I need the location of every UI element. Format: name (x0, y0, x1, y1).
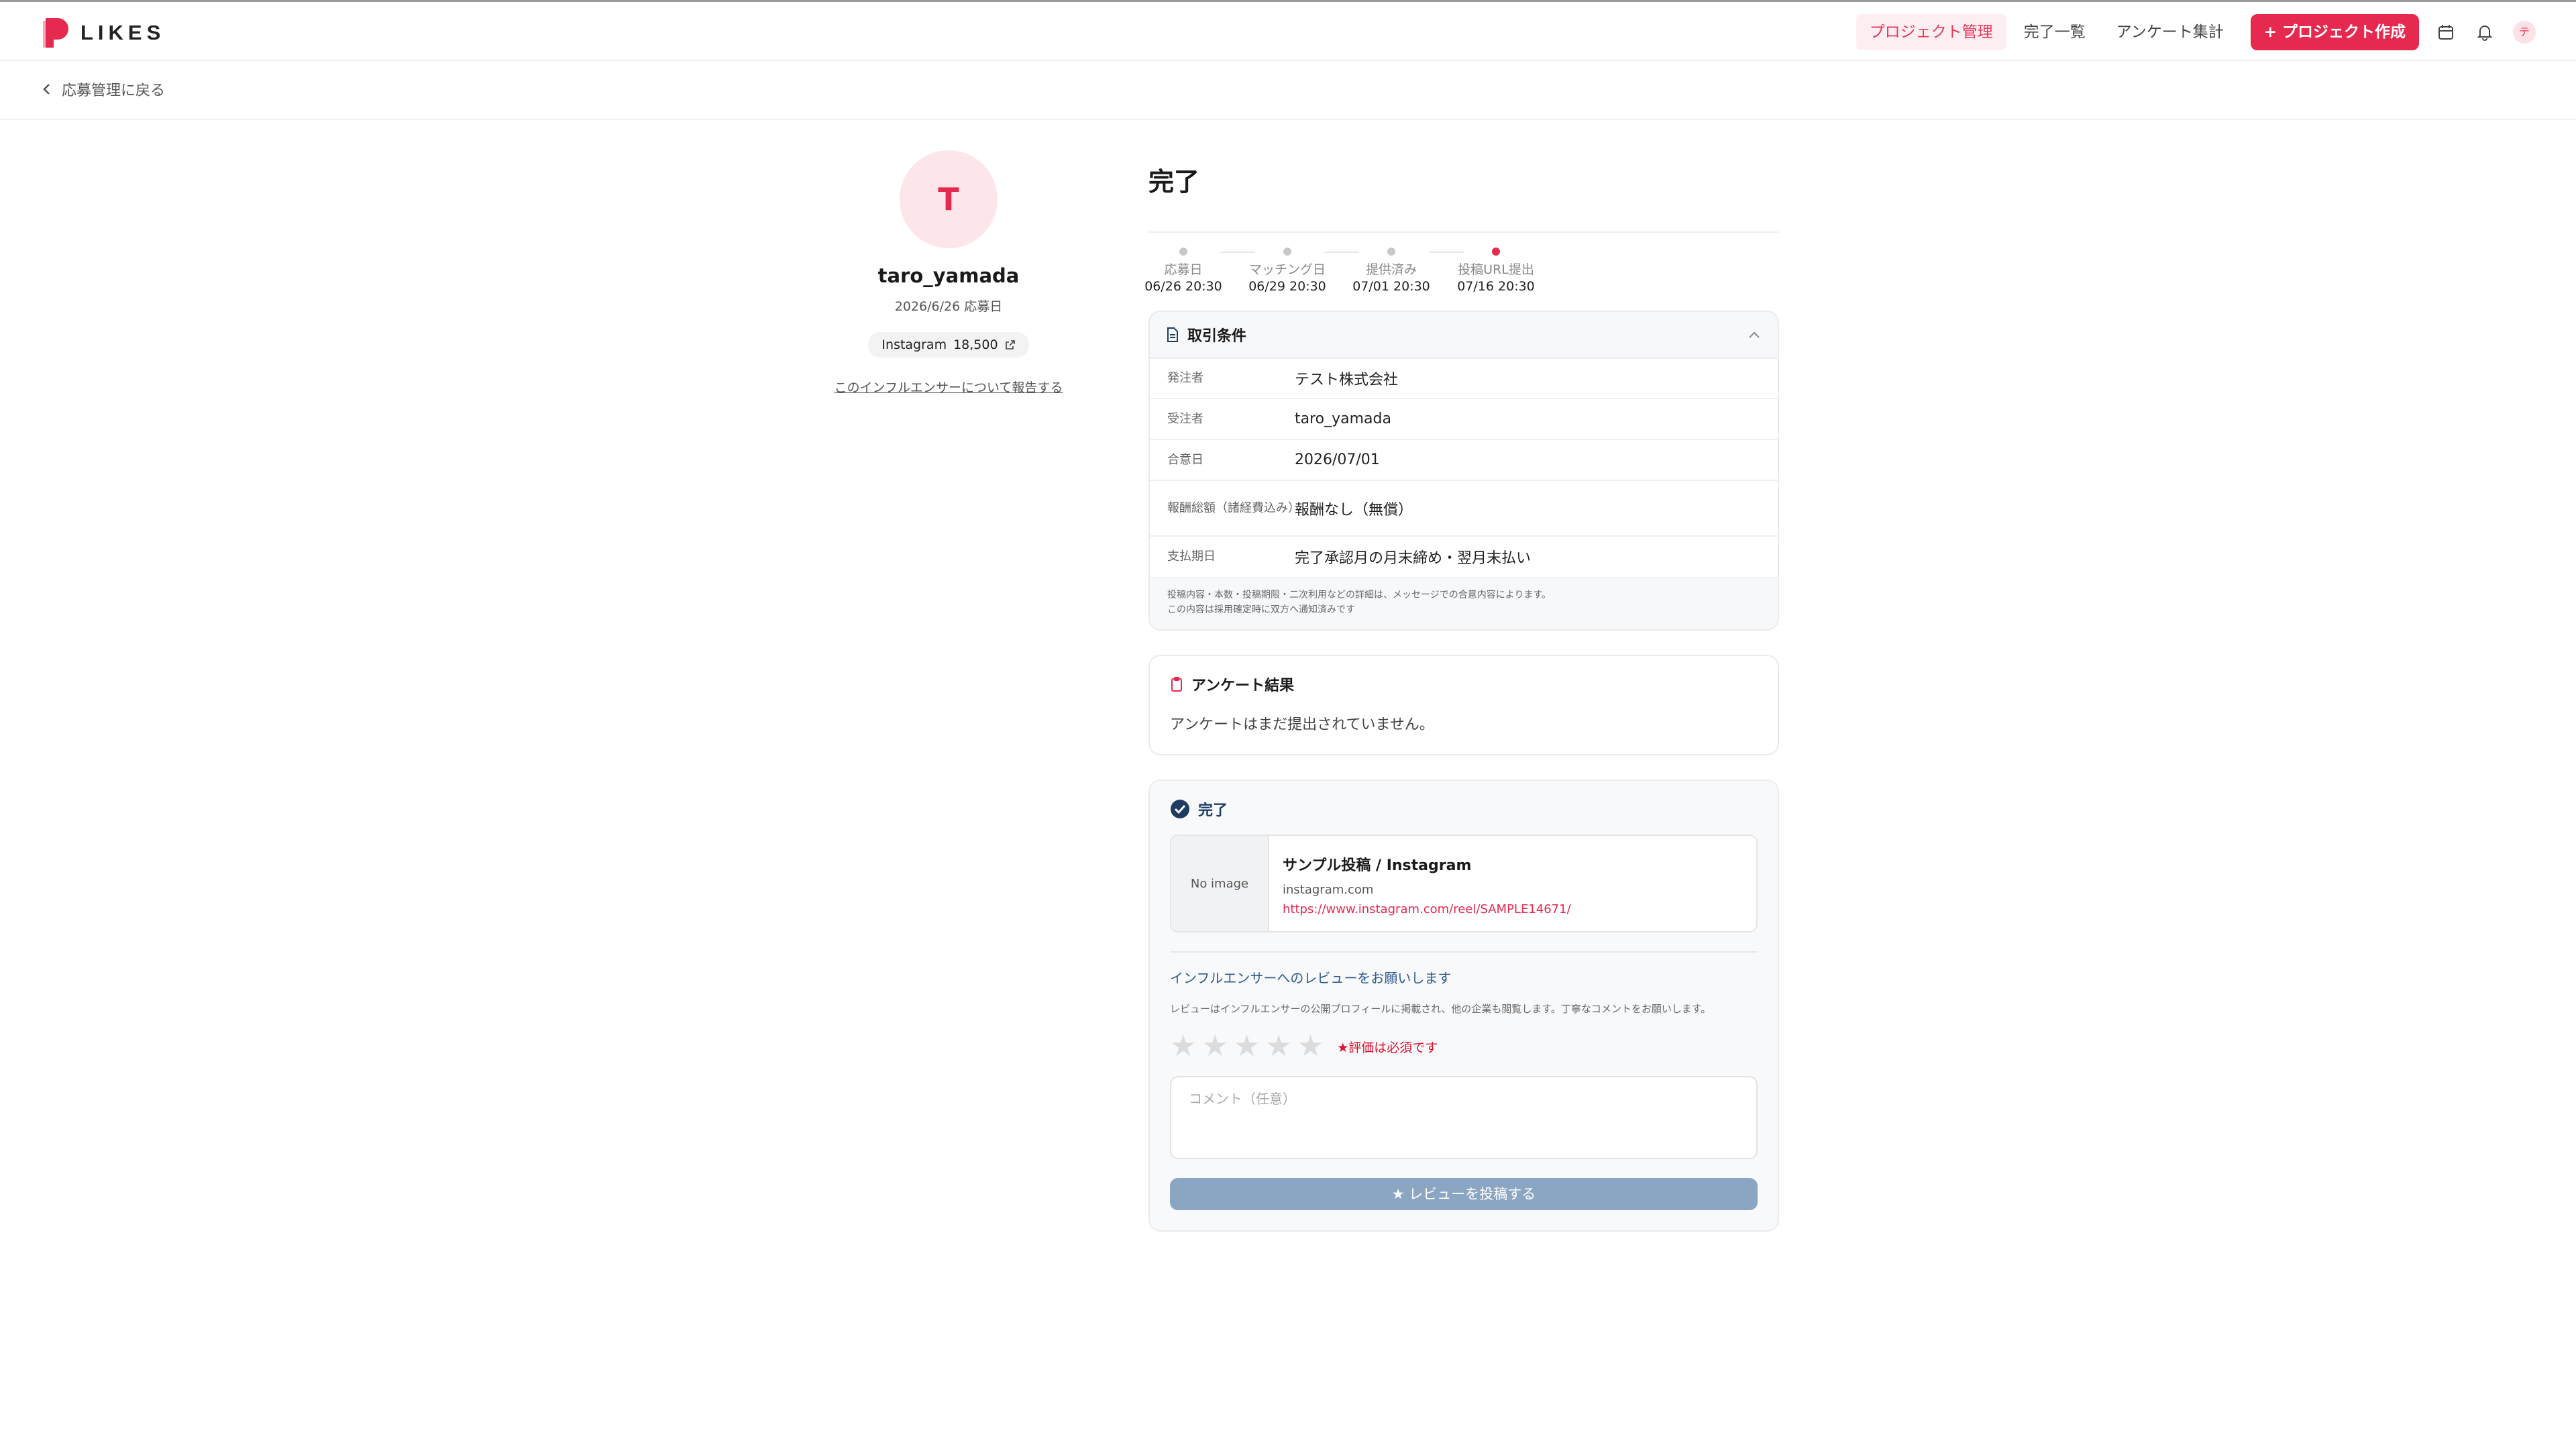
step-date: 06/29 20:30 (1248, 279, 1326, 294)
submit-review-button[interactable]: ★ レビューを投稿する (1170, 1178, 1758, 1210)
terms-key: 発注者 (1167, 371, 1203, 385)
back-bar: 応募管理に戻る (0, 61, 2576, 120)
star-icon-3[interactable]: ★ (1234, 1030, 1260, 1063)
terms-row: 受注者 taro_yamada (1150, 399, 1778, 440)
platform-name: Instagram (881, 337, 947, 352)
progress-steps: 応募日 06/26 20:30 マッチング日 06/29 20:30 提供済み … (1144, 248, 1779, 296)
influencer-profile: T taro_yamada 2026/6/26 応募日 Instagram 18… (814, 150, 1083, 396)
survey-header: アンケート結果 (1170, 674, 1758, 695)
section-divider (1170, 951, 1758, 953)
terms-row: 発注者 テスト株式会社 (1150, 359, 1778, 399)
likes-logo-icon (40, 15, 71, 50)
report-influencer-link[interactable]: このインフルエンサーについて報告する (814, 378, 1083, 396)
terms-row: 支払期日 完了承認月の月末締め・翌月末払い (1150, 537, 1778, 578)
create-project-button[interactable]: + プロジェクト作成 (2250, 14, 2419, 50)
terms-value: taro_yamada (1295, 411, 1391, 427)
brand-name: LIKES (80, 21, 166, 44)
terms-key: 受注者 (1167, 411, 1203, 426)
status-title: 完了 (1148, 167, 1200, 197)
terms-notes: 投稿内容・本数・投稿期限・二次利用などの詳細は、メッセージでの合意内容によります… (1150, 578, 1778, 629)
check-circle-icon (1171, 800, 1189, 818)
clipboard-icon (1171, 677, 1182, 692)
post-info: サンプル投稿 / Instagram instagram.com https:/… (1269, 836, 1585, 931)
star-icon-5[interactable]: ★ (1297, 1030, 1324, 1063)
post-preview[interactable]: No image サンプル投稿 / Instagram instagram.co… (1170, 835, 1758, 932)
step-dot-current (1492, 248, 1500, 256)
chevron-up-icon[interactable] (1747, 330, 1762, 339)
step-label: マッチング日 (1248, 262, 1326, 277)
terms-value: 報酬なし（無償） (1295, 501, 1413, 519)
back-link-label: 応募管理に戻る (62, 83, 166, 99)
influencer-username: taro_yamada (877, 264, 1020, 287)
step-label: 投稿URL提出 (1458, 262, 1534, 277)
follower-count: 18,500 (953, 337, 998, 352)
star-icon-2[interactable]: ★ (1201, 1030, 1228, 1063)
terms-note: 投稿内容・本数・投稿期限・二次利用などの詳細は、メッセージでの合意内容によります… (1167, 590, 1552, 600)
document-icon (1167, 327, 1178, 342)
step-applied: 応募日 06/26 20:30 (1143, 248, 1224, 294)
calendar-icon[interactable] (2434, 20, 2458, 44)
rating-required-note: ★評価は必須です (1337, 1040, 1438, 1055)
step-dot (1283, 248, 1291, 256)
review-description: レビューはインフルエンサーの公開プロフィールに掲載され、他の企業も閲覧します。丁… (1170, 1003, 1711, 1015)
nav-completed-list[interactable]: 完了一覧 (2010, 14, 2099, 50)
terms-card: 取引条件 発注者 テスト株式会社 受注者 taro_yamada 合意日 202… (1148, 311, 1779, 631)
applied-date: 2026/6/26 応募日 (894, 299, 1003, 314)
survey-title: アンケート結果 (1191, 678, 1295, 694)
post-title: サンプル投稿 / Instagram (1283, 857, 1472, 874)
bell-icon[interactable] (2473, 20, 2497, 44)
terms-key: 合意日 (1167, 452, 1203, 467)
step-date: 06/26 20:30 (1144, 279, 1222, 294)
user-avatar[interactable]: テ (2513, 21, 2536, 44)
main-nav: プロジェクト管理 完了一覧 アンケート集計 + プロジェクト作成 テ (1856, 13, 2576, 52)
completion-header: 完了 (1170, 798, 1758, 820)
terms-value: テスト株式会社 (1295, 372, 1399, 388)
title-divider (1148, 231, 1779, 233)
terms-card-header[interactable]: 取引条件 (1150, 312, 1778, 359)
back-link[interactable]: 応募管理に戻る (42, 78, 165, 100)
star-rating: ★ ★ ★ ★ ★ ★評価は必須です (1170, 1030, 1758, 1063)
brand-logo[interactable]: LIKES (40, 15, 165, 50)
comment-field[interactable] (1189, 1088, 1739, 1147)
completion-card: 完了 No image サンプル投稿 / Instagram instagram… (1148, 780, 1779, 1232)
chevron-left-icon (43, 84, 50, 95)
terms-row: 報酬総額（諸経費込み） 報酬なし（無償） (1150, 481, 1778, 537)
external-link-icon (1005, 340, 1015, 350)
step-matching: マッチング日 06/29 20:30 (1247, 248, 1328, 294)
nav-project-management[interactable]: プロジェクト管理 (1856, 14, 2006, 50)
step-dot (1179, 248, 1187, 256)
influencer-avatar: T (900, 150, 998, 248)
step-dot (1387, 248, 1395, 256)
star-icon-1[interactable]: ★ (1170, 1030, 1196, 1063)
comment-field-wrapper (1170, 1076, 1758, 1159)
survey-empty-message: アンケートはまだ提出されていません。 (1170, 716, 1434, 733)
terms-key: 報酬総額（諸経費込み） (1167, 500, 1300, 515)
star-icon-4[interactable]: ★ (1265, 1030, 1291, 1063)
terms-note: この内容は採用確定時に双方へ通知済みです (1167, 604, 1355, 615)
step-url-submitted: 投稿URL提出 07/16 20:30 (1456, 248, 1536, 294)
step-label: 応募日 (1164, 262, 1203, 277)
step-provided: 提供済み 07/01 20:30 (1351, 248, 1432, 294)
terms-title: 取引条件 (1187, 328, 1247, 345)
instagram-link-chip[interactable]: Instagram 18,500 (868, 332, 1029, 358)
terms-row: 合意日 2026/07/01 (1150, 440, 1778, 481)
survey-card: アンケート結果 アンケートはまだ提出されていません。 (1148, 655, 1779, 755)
review-heading: インフルエンサーへのレビューをお願いします (1170, 970, 1452, 986)
terms-value: 完了承認月の月末締め・翌月末払い (1295, 550, 1532, 567)
completion-title: 完了 (1198, 802, 1228, 819)
top-header: LIKES プロジェクト管理 完了一覧 アンケート集計 + プロジェクト作成 テ (0, 2, 2576, 61)
nav-survey-summary[interactable]: アンケート集計 (2103, 14, 2237, 50)
post-domain: instagram.com (1283, 883, 1374, 897)
post-thumbnail-placeholder: No image (1171, 836, 1269, 931)
step-date: 07/01 20:30 (1352, 279, 1430, 294)
step-date: 07/16 20:30 (1457, 279, 1535, 294)
step-label: 提供済み (1365, 262, 1417, 277)
main-content: 完了 応募日 06/26 20:30 マッチング日 06/29 20:30 提供… (1144, 161, 1779, 1232)
terms-key: 支払期日 (1167, 549, 1216, 564)
terms-value: 2026/07/01 (1295, 451, 1380, 468)
post-url-link[interactable]: https://www.instagram.com/reel/SAMPLE146… (1283, 902, 1571, 916)
